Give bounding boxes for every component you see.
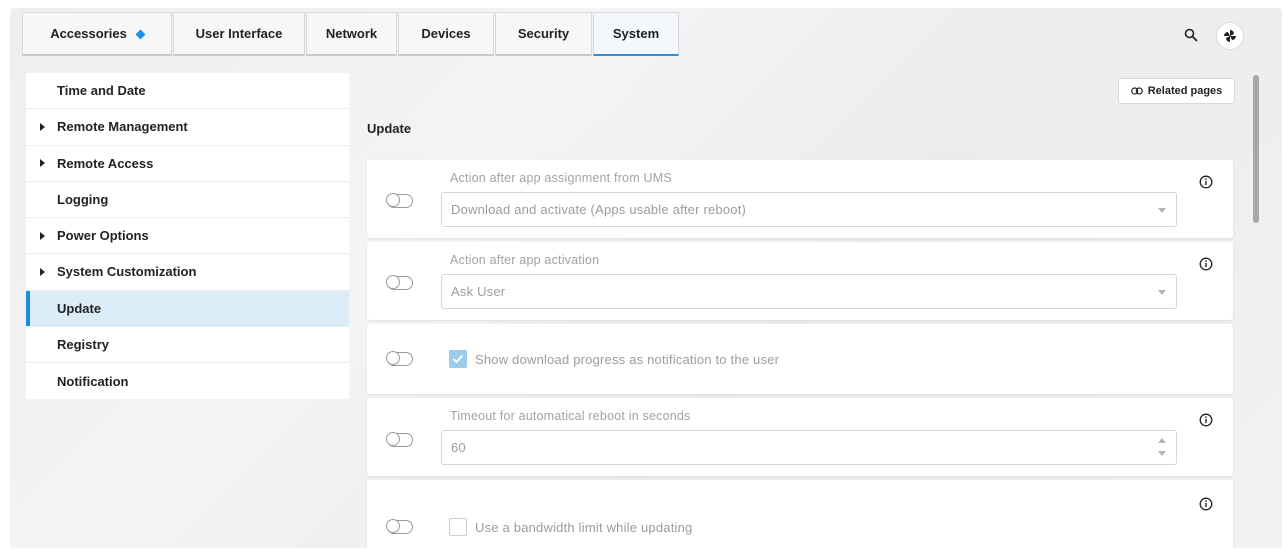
sidebar: Time and Date Remote Management Remote A… [26, 73, 349, 399]
search-button[interactable] [1180, 24, 1202, 46]
bandwidth-limit-checkbox[interactable] [449, 518, 467, 536]
toggle-app-activation[interactable] [386, 274, 413, 290]
sidebar-item-time-and-date[interactable]: Time and Date [26, 73, 349, 110]
caret-right-icon [40, 122, 45, 131]
input-value: 60 [451, 440, 466, 455]
sidebar-item-power-options[interactable]: Power Options [26, 218, 349, 255]
badge-diamond-icon [135, 29, 146, 39]
search-icon [1184, 28, 1198, 42]
section-title: Update [367, 121, 412, 136]
sidebar-item-system-customization[interactable]: System Customization [26, 254, 349, 291]
checkbox-label: Use a bandwidth limit while updating [475, 520, 693, 535]
related-pages-button[interactable]: Related pages [1118, 78, 1235, 104]
caret-right-icon [40, 231, 45, 240]
tab-security[interactable]: Security [495, 12, 592, 56]
tab-label: Accessories [50, 26, 127, 41]
caret-right-icon [40, 267, 45, 276]
tab-label: Network [325, 26, 378, 41]
toggle-reboot-timeout[interactable] [386, 431, 413, 447]
sidebar-item-logging[interactable]: Logging [26, 182, 349, 218]
link-icon [1130, 87, 1143, 95]
sidebar-item-label: Power Options [57, 228, 149, 244]
tab-system[interactable]: System [593, 12, 679, 56]
select-value: Download and activate (Apps usable after… [451, 202, 747, 217]
dropdown-arrow-icon [1158, 207, 1166, 213]
toggle-bandwidth-limit[interactable] [386, 518, 413, 534]
sidebar-item-label: Registry [57, 336, 110, 352]
spinner-arrows-icon[interactable] [1157, 438, 1167, 458]
sidebar-item-registry[interactable]: Registry [26, 327, 349, 363]
sidebar-item-notification[interactable]: Notification [26, 363, 349, 399]
tab-network[interactable]: Network [306, 12, 397, 56]
pinwheel-button[interactable] [1216, 22, 1244, 50]
setting-card-reboot-timeout: Timeout for automatical reboot in second… [367, 398, 1233, 476]
sidebar-item-label: Update [57, 300, 102, 316]
app-assignment-select[interactable]: Download and activate (Apps usable after… [441, 192, 1177, 227]
app-window: Accessories User Interface Network Devic… [10, 8, 1282, 548]
scrollbar-thumb[interactable] [1253, 75, 1259, 223]
tab-label: Devices [421, 26, 471, 41]
sidebar-item-remote-access[interactable]: Remote Access [26, 146, 349, 182]
toggle-download-progress[interactable] [386, 350, 413, 366]
info-icon[interactable] [1199, 257, 1213, 271]
setting-card-app-assignment: Action after app assignment from UMS Dow… [367, 160, 1233, 238]
tab-label: User Interface [195, 26, 283, 41]
tab-devices[interactable]: Devices [398, 12, 494, 56]
sidebar-item-label: Logging [57, 191, 109, 207]
field-label: Action after app activation [450, 253, 600, 267]
caret-right-icon [40, 159, 45, 168]
setting-card-app-activation: Action after app activation Ask User [367, 242, 1233, 320]
sidebar-item-label: Notification [57, 373, 129, 389]
info-icon[interactable] [1199, 413, 1213, 427]
sidebar-item-update[interactable]: Update [26, 290, 349, 327]
tab-user-interface[interactable]: User Interface [173, 12, 305, 56]
field-label: Timeout for automatical reboot in second… [450, 409, 691, 423]
pinwheel-icon [1224, 30, 1236, 42]
tab-label: System [612, 26, 660, 41]
tab-accessories[interactable]: Accessories [22, 12, 172, 56]
sidebar-item-remote-management[interactable]: Remote Management [26, 109, 349, 146]
related-pages-label: Related pages [1147, 85, 1223, 97]
toggle-app-assignment[interactable] [386, 192, 413, 208]
setting-card-download-progress: Show download progress as notification t… [367, 324, 1233, 394]
checkbox-label: Show download progress as notification t… [475, 352, 780, 367]
info-icon[interactable] [1199, 175, 1213, 189]
download-progress-checkbox[interactable] [449, 350, 467, 368]
sidebar-item-label: System Customization [57, 264, 197, 280]
info-icon[interactable] [1199, 497, 1213, 511]
sidebar-item-label: Time and Date [57, 83, 146, 99]
select-value: Ask User [451, 284, 506, 299]
field-label: Action after app assignment from UMS [450, 171, 672, 185]
setting-card-bandwidth-limit: Use a bandwidth limit while updating [367, 480, 1233, 548]
app-activation-select[interactable]: Ask User [441, 274, 1177, 309]
checkmark-icon [452, 354, 464, 364]
tab-label: Security [517, 26, 570, 41]
sidebar-item-label: Remote Access [57, 155, 154, 171]
sidebar-item-label: Remote Management [57, 119, 188, 135]
dropdown-arrow-icon [1158, 289, 1166, 295]
reboot-timeout-input[interactable]: 60 [441, 430, 1177, 465]
